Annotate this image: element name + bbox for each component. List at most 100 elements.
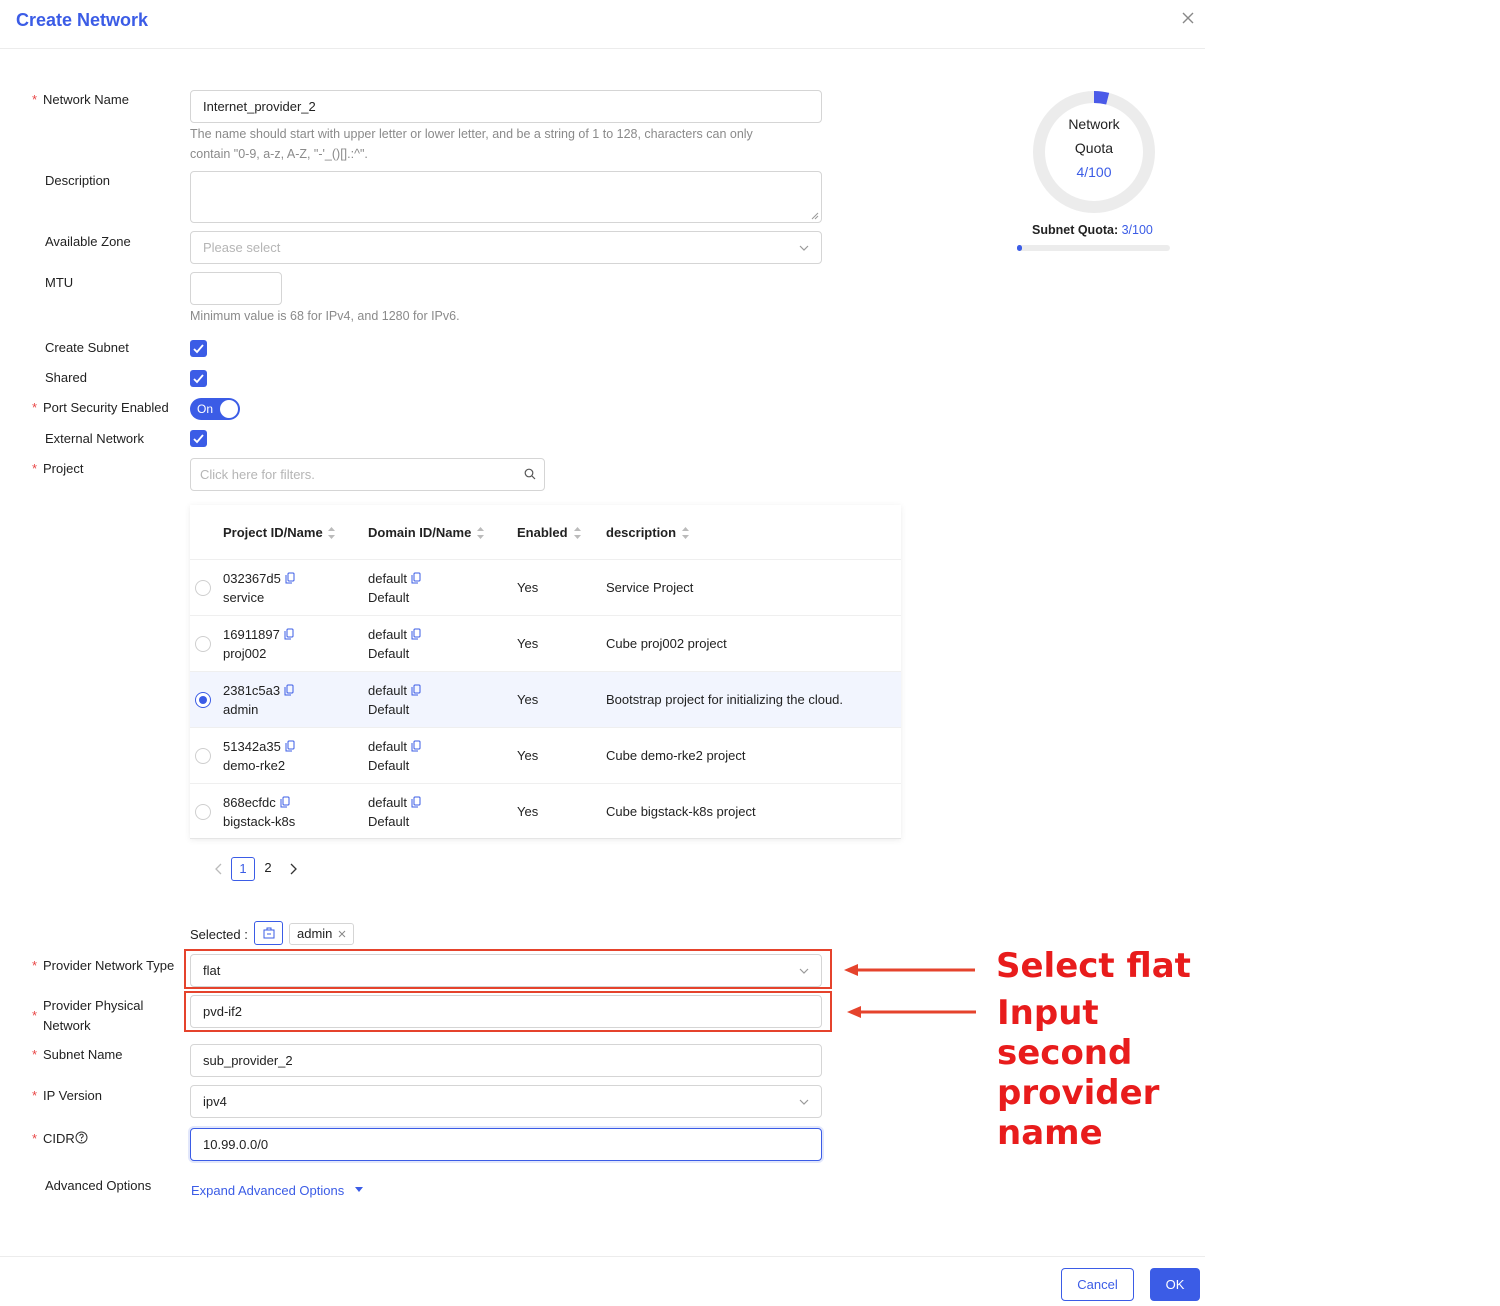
quota-value: 4/100 [1076,164,1112,180]
col-description[interactable]: description [606,525,676,540]
remove-tag-icon[interactable] [338,930,346,938]
expand-advanced-text: Expand Advanced Options [191,1183,345,1198]
resize-handle-icon[interactable] [811,212,819,220]
arrow-left-icon [844,964,975,976]
create-subnet-checkbox[interactable] [190,340,207,357]
cidr-input[interactable]: 10.99.0.0/0 [190,1128,822,1161]
search-icon[interactable] [524,468,536,480]
required-mark: * [32,1131,38,1146]
shared-checkbox[interactable] [190,370,207,387]
caret-down-icon[interactable] [354,1186,364,1194]
row-radio[interactable] [195,804,211,820]
project-id-text: 032367d5 [223,571,281,586]
expand-advanced-link[interactable]: Expand Advanced Options [191,1183,344,1198]
description-textarea[interactable] [190,171,822,223]
project-name: bigstack-k8s [223,814,296,829]
subnet-name-input[interactable]: sub_provider_2 [190,1044,822,1077]
domain-name: Default [368,590,410,605]
available-zone-label: Available Zone [45,234,131,249]
enabled-value: Yes [517,580,539,595]
subnet-quota-value: 3/100 [1121,223,1153,237]
copy-icon[interactable] [411,796,421,808]
enabled-value: Yes [517,692,539,707]
help-icon[interactable] [75,1131,88,1144]
mtu-input[interactable] [190,272,282,305]
project-id: 2381c5a3 [223,683,294,698]
domain-id: default [368,683,421,698]
table-row[interactable]: 032367d5 service default Default Yes Ser… [190,560,901,616]
selected-project-icon-button[interactable] [254,921,283,945]
selected-tag-text: admin [297,926,333,941]
col-enabled[interactable]: Enabled [517,525,568,540]
table-header: Project ID/Name Domain ID/Name Enabled d… [190,505,901,560]
table-row[interactable]: 16911897 proj002 default Default Yes Cub… [190,616,901,672]
project-filter-input[interactable]: Click here for filters. [190,458,545,491]
copy-icon[interactable] [285,740,295,752]
row-radio[interactable] [195,748,211,764]
dialog-title: Create Network [16,10,149,30]
prev-page-icon[interactable] [214,863,224,875]
table-row[interactable]: 2381c5a3 admin default Default Yes Boots… [190,672,901,728]
domain-id-text: default [368,683,408,698]
shared-label: Shared [45,370,87,385]
dialog-footer [0,1256,1205,1306]
next-page-icon[interactable] [288,863,298,875]
network-name-hint-1: The name should start with upper letter … [190,127,753,141]
copy-icon[interactable] [284,684,294,696]
copy-icon[interactable] [285,572,295,584]
selected-label: Selected : [190,927,248,942]
description-value: Cube bigstack-k8s project [606,804,756,819]
copy-icon[interactable] [411,684,421,696]
annotation-select-flat: Select flat [996,946,1191,986]
selected-project-tag: admin [289,923,355,945]
subnet-quota-label: Subnet Quota: [1032,223,1119,237]
provider-physical-network-label-1: Provider Physical [43,998,144,1013]
copy-icon[interactable] [411,572,421,584]
description-label: Description [45,173,111,188]
col-domain[interactable]: Domain ID/Name [368,525,471,540]
project-id: 868ecfdc [223,795,290,810]
check-icon [193,374,204,384]
sort-icon[interactable] [573,526,582,540]
sort-icon[interactable] [681,526,690,540]
page-1-button[interactable]: 1 [231,857,255,881]
table-row[interactable]: 868ecfdc bigstack-k8s default Default Ye… [190,784,901,840]
network-name-input[interactable]: Internet_provider_2 [190,90,822,123]
row-radio[interactable] [195,692,211,708]
ok-button[interactable]: OK [1150,1268,1200,1301]
sort-icon[interactable] [476,526,485,540]
row-radio[interactable] [195,580,211,596]
required-mark: * [32,461,38,476]
row-radio[interactable] [195,636,211,652]
ip-version-select[interactable]: ipv4 [190,1085,822,1118]
copy-icon[interactable] [411,740,421,752]
domain-id-text: default [368,739,408,754]
enabled-value: Yes [517,804,539,819]
create-subnet-label: Create Subnet [45,340,129,355]
available-zone-select[interactable]: Please select [190,231,822,264]
project-id: 16911897 [223,627,294,642]
check-icon [193,434,204,444]
copy-icon[interactable] [280,796,290,808]
sort-icon[interactable] [327,526,336,540]
project-name: demo-rke2 [223,758,286,773]
domain-id: default [368,627,421,642]
domain-id-text: default [368,627,408,642]
chevron-down-icon [799,1099,809,1105]
dialog-header: Create Network [0,0,1205,49]
close-icon[interactable] [1180,10,1196,26]
table-row[interactable]: 51342a35 demo-rke2 default Default Yes C… [190,728,901,784]
highlight-box [184,949,832,989]
copy-icon[interactable] [411,628,421,640]
copy-icon[interactable] [284,628,294,640]
cancel-button[interactable]: Cancel [1061,1268,1134,1301]
page-2-button[interactable]: 2 [256,857,280,881]
project-id-text: 16911897 [223,627,280,642]
description-value: Cube proj002 project [606,636,727,651]
network-quota-donut: Network Quota 4/100 [1030,88,1158,216]
col-project[interactable]: Project ID/Name [223,525,323,540]
port-security-toggle[interactable]: On [190,398,240,420]
domain-name: Default [368,702,410,717]
domain-id-text: default [368,795,408,810]
external-network-checkbox[interactable] [190,430,207,447]
